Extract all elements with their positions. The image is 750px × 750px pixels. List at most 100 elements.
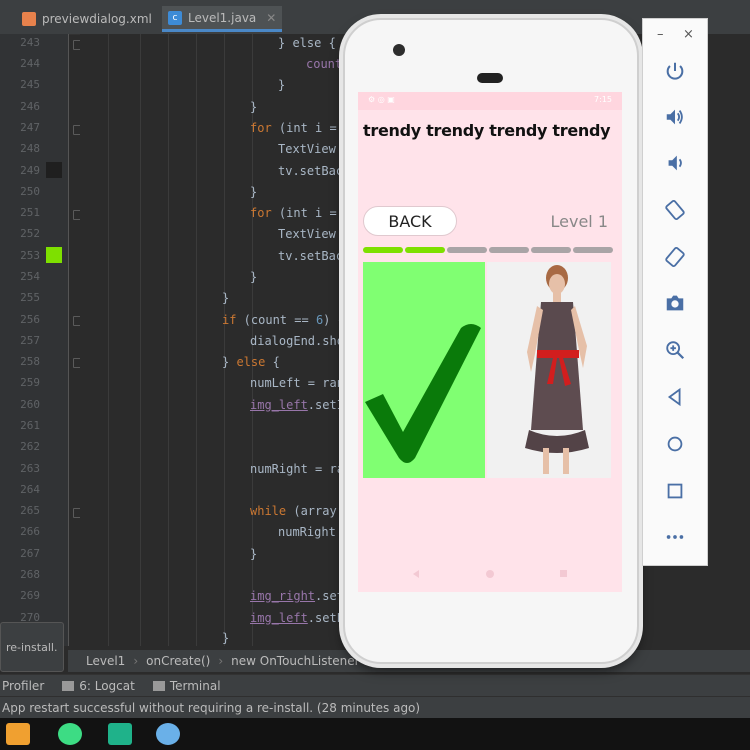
code-line: while (array. bbox=[250, 504, 344, 518]
code-line: numLeft = ran bbox=[250, 376, 344, 390]
emulator-controls: – × bbox=[642, 18, 708, 566]
line-number: 259 bbox=[20, 376, 40, 389]
line-number: 248 bbox=[20, 142, 40, 155]
line-number: 243 bbox=[20, 36, 40, 49]
close-icon[interactable]: × bbox=[683, 27, 694, 42]
chevron-right-icon: › bbox=[218, 654, 224, 668]
color-swatch-icon[interactable] bbox=[46, 162, 62, 178]
android-nav-bar bbox=[358, 562, 622, 586]
code-line: } bbox=[222, 631, 230, 645]
line-number: 266 bbox=[20, 525, 40, 538]
java-class-icon: c bbox=[168, 10, 182, 25]
right-image-dress[interactable] bbox=[487, 262, 611, 478]
volume-up-icon[interactable] bbox=[661, 103, 689, 131]
chevron-right-icon: › bbox=[133, 654, 139, 668]
xml-file-icon bbox=[22, 12, 36, 26]
progress-segment bbox=[489, 247, 529, 253]
code-line: } bbox=[250, 185, 258, 199]
terminal-icon bbox=[152, 681, 165, 691]
tab-previewdialog-xml[interactable]: previewdialog.xml ✕ bbox=[22, 6, 172, 32]
line-number: 261 bbox=[20, 419, 40, 432]
rotate-left-icon[interactable] bbox=[661, 196, 689, 224]
tool-window-profiler[interactable]: Profiler bbox=[2, 679, 44, 693]
line-number: 257 bbox=[20, 334, 40, 347]
android-studio-icon[interactable] bbox=[58, 723, 82, 745]
code-line: img_left.setI bbox=[250, 398, 344, 412]
rotate-right-icon[interactable] bbox=[661, 243, 689, 271]
media-player-icon[interactable] bbox=[6, 723, 30, 745]
overview-icon[interactable] bbox=[661, 477, 689, 505]
code-line: numRight bbox=[278, 525, 336, 539]
code-line: } else { bbox=[278, 36, 336, 50]
breadcrumb-item[interactable]: new OnTouchListener bbox=[231, 654, 359, 668]
nav-back-icon[interactable] bbox=[413, 570, 419, 578]
speaker-grille bbox=[477, 73, 503, 83]
tab-level1-java[interactable]: c Level1.java ✕ bbox=[162, 6, 283, 32]
line-number: 268 bbox=[20, 568, 40, 581]
code-line: } bbox=[250, 270, 258, 284]
power-icon[interactable] bbox=[661, 57, 689, 85]
tool-window-logcat[interactable]: 6: Logcat bbox=[62, 679, 135, 693]
tool-window-terminal[interactable]: Terminal bbox=[152, 679, 221, 693]
notification-snippet[interactable]: re-install. bbox=[0, 622, 64, 672]
phone-emulator: ⚙ ◎ ▣ 7:15 trendy trendy trendy trendy B… bbox=[343, 18, 639, 664]
code-line: tv.setBac bbox=[278, 249, 344, 263]
breadcrumb-item[interactable]: onCreate() bbox=[146, 654, 210, 668]
line-number: 253 bbox=[20, 249, 40, 262]
level-progress bbox=[363, 247, 613, 253]
line-number: 247 bbox=[20, 121, 40, 134]
camera-icon[interactable] bbox=[661, 289, 689, 317]
code-line: img_left.setE bbox=[250, 611, 344, 625]
line-number: 250 bbox=[20, 185, 40, 198]
line-number: 262 bbox=[20, 440, 40, 453]
status-time: 7:15 bbox=[594, 95, 612, 104]
color-swatch-icon[interactable] bbox=[46, 247, 62, 263]
checkmark-icon bbox=[365, 324, 481, 463]
progress-segment bbox=[447, 247, 487, 253]
line-number-gutter: 243 244 245 246 247 248 249 250 251 252 … bbox=[0, 34, 69, 646]
os-taskbar bbox=[0, 718, 750, 750]
line-number: 267 bbox=[20, 547, 40, 560]
close-tab-icon[interactable]: ✕ bbox=[266, 11, 276, 25]
line-number: 251 bbox=[20, 206, 40, 219]
line-number: 264 bbox=[20, 483, 40, 496]
line-number: 246 bbox=[20, 100, 40, 113]
zoom-icon[interactable] bbox=[661, 336, 689, 364]
code-line: } bbox=[250, 547, 258, 561]
line-number: 249 bbox=[20, 164, 40, 177]
line-number: 245 bbox=[20, 78, 40, 91]
status-bar: App restart successful without requiring… bbox=[0, 696, 750, 719]
tab-label: Level1.java bbox=[188, 10, 257, 25]
left-image-checkmark[interactable] bbox=[363, 262, 485, 478]
back-icon[interactable] bbox=[661, 383, 689, 411]
home-icon[interactable] bbox=[661, 430, 689, 458]
code-line: } bbox=[278, 78, 286, 92]
volume-down-icon[interactable] bbox=[661, 149, 689, 177]
app-title: trendy trendy trendy trendy bbox=[363, 121, 611, 140]
nav-home-icon[interactable] bbox=[486, 570, 494, 578]
progress-segment bbox=[405, 247, 445, 253]
code-line: if (count == 6) { bbox=[222, 313, 345, 327]
back-button[interactable]: BACK bbox=[363, 206, 457, 236]
notification-icons: ⚙ ◎ ▣ bbox=[368, 95, 395, 104]
more-icon[interactable] bbox=[661, 523, 689, 551]
paint-icon[interactable] bbox=[156, 723, 180, 745]
minimize-icon[interactable]: – bbox=[657, 27, 664, 42]
breadcrumb-item[interactable]: Level1 bbox=[86, 654, 125, 668]
front-camera-icon bbox=[393, 44, 405, 56]
code-line: } bbox=[222, 291, 230, 305]
nav-recents-icon[interactable] bbox=[560, 570, 567, 577]
status-message[interactable]: App restart successful without requiring… bbox=[2, 701, 420, 715]
phone-screen[interactable]: ⚙ ◎ ▣ 7:15 trendy trendy trendy trendy B… bbox=[358, 92, 622, 592]
tab-label: previewdialog.xml bbox=[42, 12, 152, 26]
progress-segment bbox=[573, 247, 613, 253]
line-number: 252 bbox=[20, 227, 40, 240]
line-number: 260 bbox=[20, 398, 40, 411]
line-number: 255 bbox=[20, 291, 40, 304]
code-line: for (int i = bbox=[250, 121, 337, 135]
progress-segment bbox=[363, 247, 403, 253]
code-line: numRight = ra bbox=[250, 462, 344, 476]
app-icon[interactable] bbox=[108, 723, 132, 745]
line-number: 263 bbox=[20, 462, 40, 475]
progress-segment bbox=[531, 247, 571, 253]
